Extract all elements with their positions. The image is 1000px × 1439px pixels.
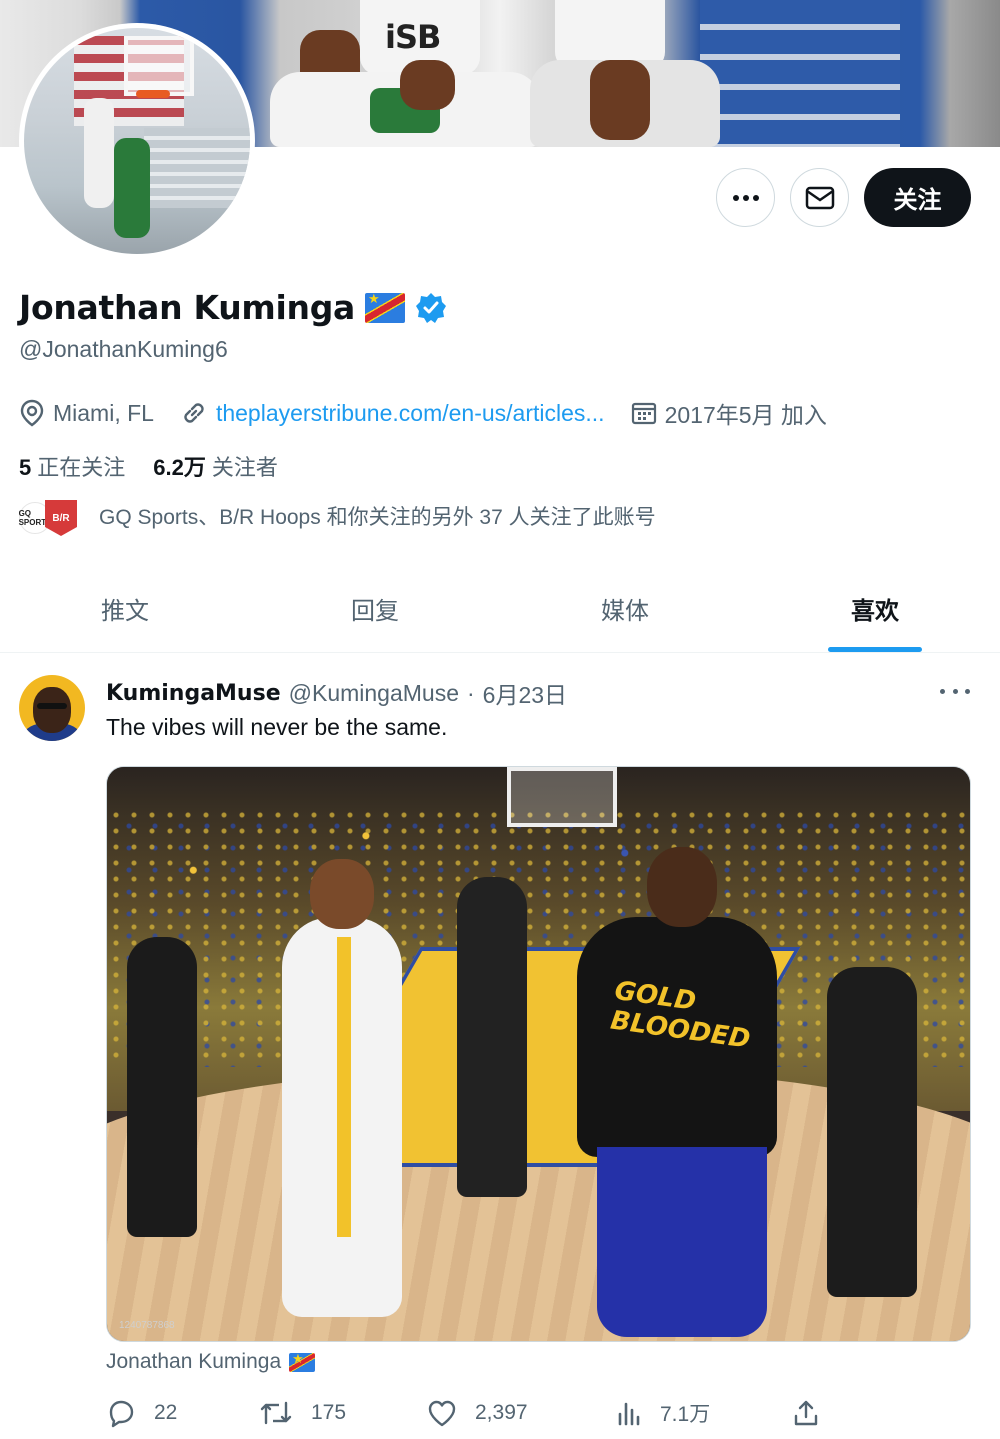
avatar-glasses — [37, 703, 67, 709]
profile-avatar[interactable] — [19, 23, 255, 259]
media-watermark: 1240787868 — [119, 1320, 175, 1331]
avatar-bleachers — [144, 128, 250, 208]
media-player-left — [282, 859, 402, 1317]
tweet-author-name[interactable]: KumingaMuse — [106, 681, 281, 706]
tab-replies-label: 回复 — [351, 598, 399, 625]
avatar-player-green — [114, 138, 150, 238]
verified-badge-icon[interactable] — [415, 292, 447, 324]
avatar-photo — [24, 28, 250, 254]
media-player-right-pants — [597, 1147, 767, 1337]
media-photographer-left — [127, 937, 197, 1237]
tab-likes[interactable]: 喜欢 — [750, 565, 1000, 652]
share-button[interactable] — [792, 1399, 820, 1427]
media-person-right — [827, 967, 917, 1297]
tweet-header: KumingaMuse @KumingaMuse · 6月23日 — [106, 676, 567, 710]
more-options-button[interactable] — [716, 168, 775, 227]
media-player-right: GOLD BLOODED — [577, 847, 777, 1337]
more-horizontal-icon — [732, 194, 759, 201]
media-player-left-stripe — [337, 937, 351, 1237]
avatar-player-white — [84, 98, 114, 208]
tweet-separator: · — [467, 679, 475, 706]
media-player-left-head — [310, 859, 374, 929]
calendar-icon — [631, 402, 656, 425]
tab-media-label: 媒体 — [601, 598, 649, 625]
message-button[interactable] — [790, 168, 849, 227]
retweet-button[interactable]: 175 — [259, 1399, 427, 1427]
banner-bleachers — [700, 0, 900, 147]
known-followers-avatars: GQ SPORTS B/R — [19, 500, 79, 536]
share-icon — [794, 1400, 818, 1426]
joined-text: 2017年5月 加入 — [664, 402, 827, 428]
tab-replies[interactable]: 回复 — [250, 565, 500, 652]
media-player-right-head — [647, 847, 717, 927]
followers-count: 6.2万 — [153, 455, 206, 480]
location-pin-icon — [20, 399, 44, 427]
banner-hands-right — [590, 60, 650, 140]
br-hoops-avatar: B/R — [45, 500, 77, 536]
views-chart-icon — [618, 1402, 640, 1426]
heart-icon — [428, 1400, 456, 1427]
avatar-rim — [136, 90, 170, 98]
profile-tabs: 推文 回复 媒体 喜欢 — [0, 565, 1000, 653]
tab-media[interactable]: 媒体 — [500, 565, 750, 652]
avatar-face — [33, 687, 71, 733]
drc-flag-icon — [289, 1352, 316, 1372]
location-item: Miami, FL — [19, 399, 154, 427]
tab-posts-label: 推文 — [101, 598, 149, 625]
tab-likes-label: 喜欢 — [851, 598, 899, 625]
media-hoop — [507, 767, 617, 827]
tweet-author-handle[interactable]: @KumingaMuse — [289, 680, 459, 707]
retweet-icon — [260, 1401, 292, 1425]
follow-counts: 5 正在关注 6.2万 关注者 — [19, 450, 278, 482]
followers-link[interactable]: 6.2万 关注者 — [153, 450, 278, 482]
like-button[interactable]: 2,397 — [427, 1399, 616, 1427]
profile-handle: @JonathanKuming6 — [19, 336, 228, 362]
tweet-media-photo[interactable]: GOLD BLOODED 1240787868 — [106, 766, 971, 1342]
profile-name-row: Jonathan Kuminga — [19, 288, 447, 327]
tweet-author-avatar[interactable] — [19, 675, 85, 741]
follow-button[interactable]: 关注 — [864, 168, 971, 227]
following-count: 5 — [19, 455, 32, 480]
joined-item: 2017年5月 加入 — [631, 396, 827, 430]
following-label: 正在关注 — [37, 455, 126, 480]
avatar-hoop — [124, 36, 194, 96]
like-count: 2,397 — [475, 1401, 528, 1424]
views-count: 7.1万 — [660, 1403, 711, 1426]
media-camera-operator — [457, 877, 527, 1197]
reply-count: 22 — [154, 1401, 178, 1424]
reply-icon — [109, 1400, 134, 1428]
envelope-icon — [805, 186, 834, 209]
display-name: Jonathan Kuminga — [19, 288, 355, 327]
banner-logo-left: iSB — [385, 18, 441, 56]
tab-posts[interactable]: 推文 — [0, 565, 250, 652]
active-tab-indicator — [828, 647, 922, 652]
media-shirt-text: GOLD BLOODED — [608, 975, 753, 1055]
views-button[interactable]: 7.1万 — [616, 1398, 792, 1428]
media-tagged-user[interactable]: Jonathan Kuminga — [106, 1350, 316, 1374]
link-icon — [184, 403, 204, 423]
followers-label: 关注者 — [211, 455, 278, 480]
tweet-date[interactable]: 6月23日 — [483, 676, 567, 710]
tweet-more-icon[interactable] — [940, 682, 970, 700]
location-text: Miami, FL — [53, 399, 154, 426]
known-followers[interactable]: GQ SPORTS B/R GQ Sports、B/R Hoops 和你关注的另… — [19, 500, 656, 536]
drc-flag-icon — [365, 292, 405, 323]
following-link[interactable]: 5 正在关注 — [19, 450, 125, 482]
profile-meta: Miami, FL theplayerstribune.com/en-us/ar… — [19, 396, 853, 430]
website-link[interactable]: theplayerstribune.com/en-us/articles... — [216, 400, 605, 427]
banner-hands-left — [400, 60, 455, 110]
tweet-actions: 22 175 2,397 7.1万 — [106, 1398, 820, 1428]
tweet-text: The vibes will never be the same. — [106, 714, 448, 740]
reply-button[interactable]: 22 — [106, 1398, 259, 1428]
tagged-user-name: Jonathan Kuminga — [106, 1350, 282, 1373]
known-followers-text: GQ Sports、B/R Hoops 和你关注的另外 37 人关注了此账号 — [99, 506, 656, 529]
retweet-count: 175 — [311, 1401, 347, 1424]
website-item[interactable]: theplayerstribune.com/en-us/articles... — [180, 399, 605, 427]
